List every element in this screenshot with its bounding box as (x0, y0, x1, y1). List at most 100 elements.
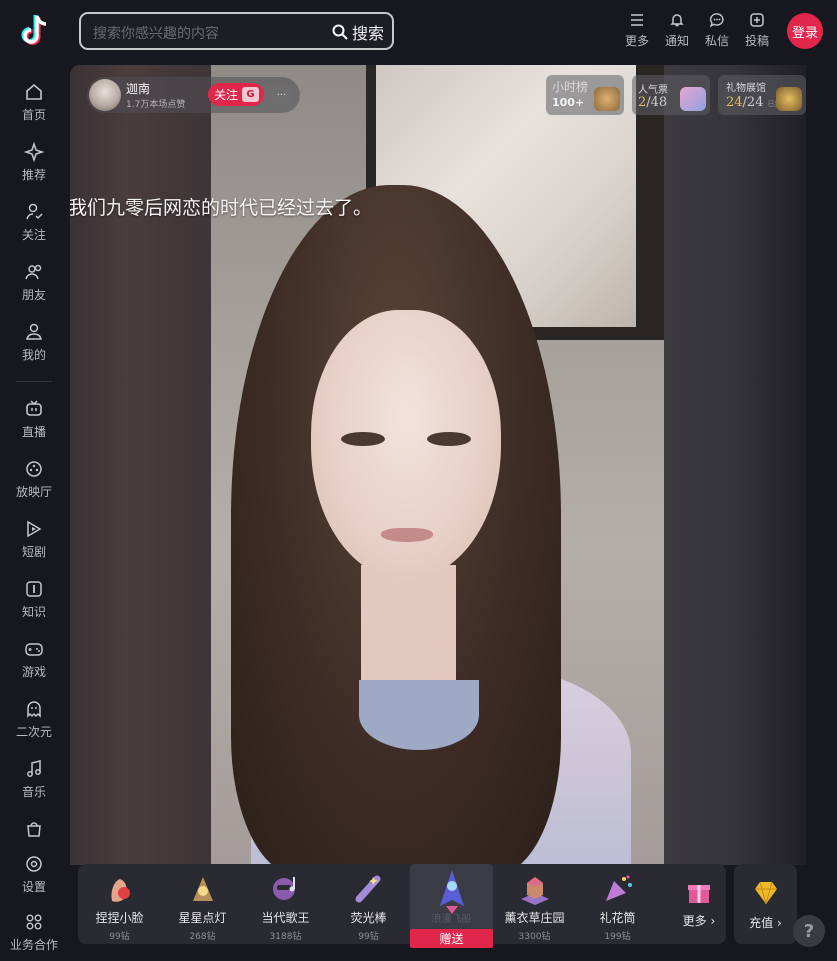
gift-item[interactable]: 捏捏小脸 99钻 (78, 864, 161, 944)
sidebar-item-follow[interactable]: 关注 (0, 202, 68, 243)
pinch-face-icon (110, 879, 130, 902)
danmaku-comment: 我们九零后网恋的时代已经过去了。 (70, 197, 373, 219)
search-input[interactable]: 搜索你感兴趣的内容 (93, 23, 219, 43)
message-label: 私信 (704, 34, 729, 48)
douyin-logo-icon[interactable] (17, 13, 51, 49)
gift-name: 薰衣草庄园 (504, 911, 565, 925)
music-icon (27, 760, 41, 777)
sidebar-item-anime[interactable]: 二次元 (0, 699, 68, 740)
gift-item[interactable]: 星星点灯 268钻 (161, 864, 244, 944)
sidebar-item-label: 直播 (21, 425, 46, 439)
gift-price: 99钻 (109, 932, 130, 942)
search-bar[interactable]: 搜索你感兴趣的内容 搜索 (79, 12, 394, 50)
gift-price: 3300钻 (518, 932, 551, 942)
sidebar-item-label: 二次元 (15, 725, 52, 739)
more-options-button[interactable]: ··· (270, 84, 293, 106)
sidebar-item-label: 短剧 (21, 545, 46, 559)
glow-stick-icon (355, 875, 380, 903)
gift-name: 星星点灯 (178, 911, 227, 925)
gift-name: 礼花筒 (599, 911, 636, 925)
bag-icon (27, 822, 41, 837)
diamond-icon (754, 881, 777, 905)
message-button[interactable]: 私信 (697, 12, 737, 49)
star-lamp-icon (192, 877, 213, 901)
gift-item[interactable]: 当代歌王 3188钻 (244, 864, 327, 944)
left-eye (341, 432, 385, 446)
sidebar-item-business[interactable]: 业务合作 (0, 912, 68, 953)
home-icon (26, 83, 42, 100)
notification-button[interactable]: 通知 (657, 12, 697, 49)
upload-icon (750, 13, 764, 27)
top-header: 搜索你感兴趣的内容 搜索 更多 通知 私信 投稿 登录 (0, 0, 837, 64)
recharge-button[interactable]: 充值 › (734, 864, 797, 944)
gift-name: 当代歌王 (261, 911, 310, 925)
sidebar-item-mine[interactable]: 我的 (0, 322, 68, 363)
sidebar: 首页 推荐 关注 朋友 我的 直播 放映厅 短剧 知识 游戏 二次元 音乐 设置… (0, 64, 68, 961)
gift-item-selected[interactable]: 浪漫飞船 赠送 (410, 864, 493, 948)
search-icon (332, 24, 348, 40)
gift-box-icon (688, 885, 710, 903)
more-button[interactable]: 更多 (617, 12, 657, 49)
streamer-name[interactable]: 迦南 (126, 80, 150, 97)
fan-group-badge: G (242, 87, 260, 102)
sidebar-item-label: 知识 (21, 605, 46, 619)
gift-price: 199钻 (604, 932, 631, 942)
search-button[interactable]: 搜索 (332, 20, 384, 44)
avatar[interactable] (89, 79, 121, 111)
sidebar-item-partial[interactable] (0, 819, 68, 839)
sidebar-item-label: 我的 (21, 348, 46, 362)
sidebar-item-label: 首页 (21, 108, 46, 122)
crown-icon (776, 87, 802, 111)
right-eye (427, 432, 471, 446)
top-actions: 更多 通知 私信 投稿 (617, 12, 777, 49)
gift-price: 268钻 (189, 932, 216, 942)
live-stream-page: 搜索你感兴趣的内容 搜索 更多 通知 私信 投稿 登录 首页 推荐 关注 朋友 … (0, 0, 837, 961)
sidebar-item-settings[interactable]: 设置 (0, 854, 68, 895)
streamer-info[interactable]: 迦南 1.7万本场点赞 关注 G ··· (87, 77, 300, 113)
sidebar-item-knowledge[interactable]: 知识 (0, 579, 68, 620)
bell-icon (670, 14, 684, 27)
grid-icon (26, 914, 42, 930)
gallery-title: 礼物展馆 (726, 83, 766, 94)
gift-item[interactable]: 礼花筒 199钻 (576, 864, 659, 944)
more-gifts-button[interactable]: 更多 › (672, 864, 726, 944)
gift-gallery-card[interactable]: 礼物展馆 24/24 已集齐 (718, 75, 806, 115)
sweater-collar (359, 680, 479, 750)
user-icon (26, 323, 42, 340)
sidebar-item-cinema[interactable]: 放映厅 (0, 459, 68, 500)
send-gift-button[interactable]: 赠送 (410, 929, 493, 948)
rank-trophy-icon (594, 87, 620, 111)
help-button[interactable]: ? (793, 915, 825, 947)
more-gifts-label: 更多 › (682, 914, 716, 928)
gift-item[interactable]: 薰衣草庄园 3300钻 (493, 864, 576, 944)
upload-button[interactable]: 投稿 (737, 12, 777, 49)
sidebar-item-recommend[interactable]: 推荐 (0, 142, 68, 183)
sidebar-item-live[interactable]: 直播 (0, 399, 68, 440)
live-video[interactable] (211, 65, 664, 865)
ticket-icon (680, 87, 706, 111)
sidebar-item-game[interactable]: 游戏 (0, 639, 68, 680)
upload-label: 投稿 (744, 34, 769, 48)
sidebar-divider (16, 381, 52, 382)
search-button-label: 搜索 (351, 24, 384, 43)
gift-item[interactable]: 荧光棒 99钻 (327, 864, 410, 944)
blurred-backdrop-left (70, 65, 211, 865)
follow-label: 关注 (214, 88, 239, 102)
gift-name: 捏捏小脸 (95, 911, 144, 925)
notification-label: 通知 (664, 34, 689, 48)
like-count: 1.7万本场点赞 (126, 100, 186, 110)
sidebar-item-friends[interactable]: 朋友 (0, 262, 68, 303)
login-button[interactable]: 登录 (787, 13, 823, 49)
sidebar-item-home[interactable]: 首页 (0, 82, 68, 123)
follow-button[interactable]: 关注 G (208, 83, 264, 106)
popularity-card[interactable]: 人气票 2/48 (632, 75, 710, 115)
streamer-neck (361, 565, 456, 685)
hour-rank-card[interactable]: 小时榜 100+ (546, 75, 624, 115)
sidebar-item-short-drama[interactable]: 短剧 (0, 519, 68, 560)
sidebar-item-music[interactable]: 音乐 (0, 759, 68, 800)
sidebar-item-label: 放映厅 (15, 485, 52, 499)
live-player[interactable]: 迦南 1.7万本场点赞 关注 G ··· 小时榜 100+ 人气票 2/48 礼… (70, 65, 806, 865)
tv-icon (26, 400, 42, 416)
sidebar-item-label: 音乐 (21, 785, 46, 799)
more-label: 更多 (624, 34, 649, 48)
